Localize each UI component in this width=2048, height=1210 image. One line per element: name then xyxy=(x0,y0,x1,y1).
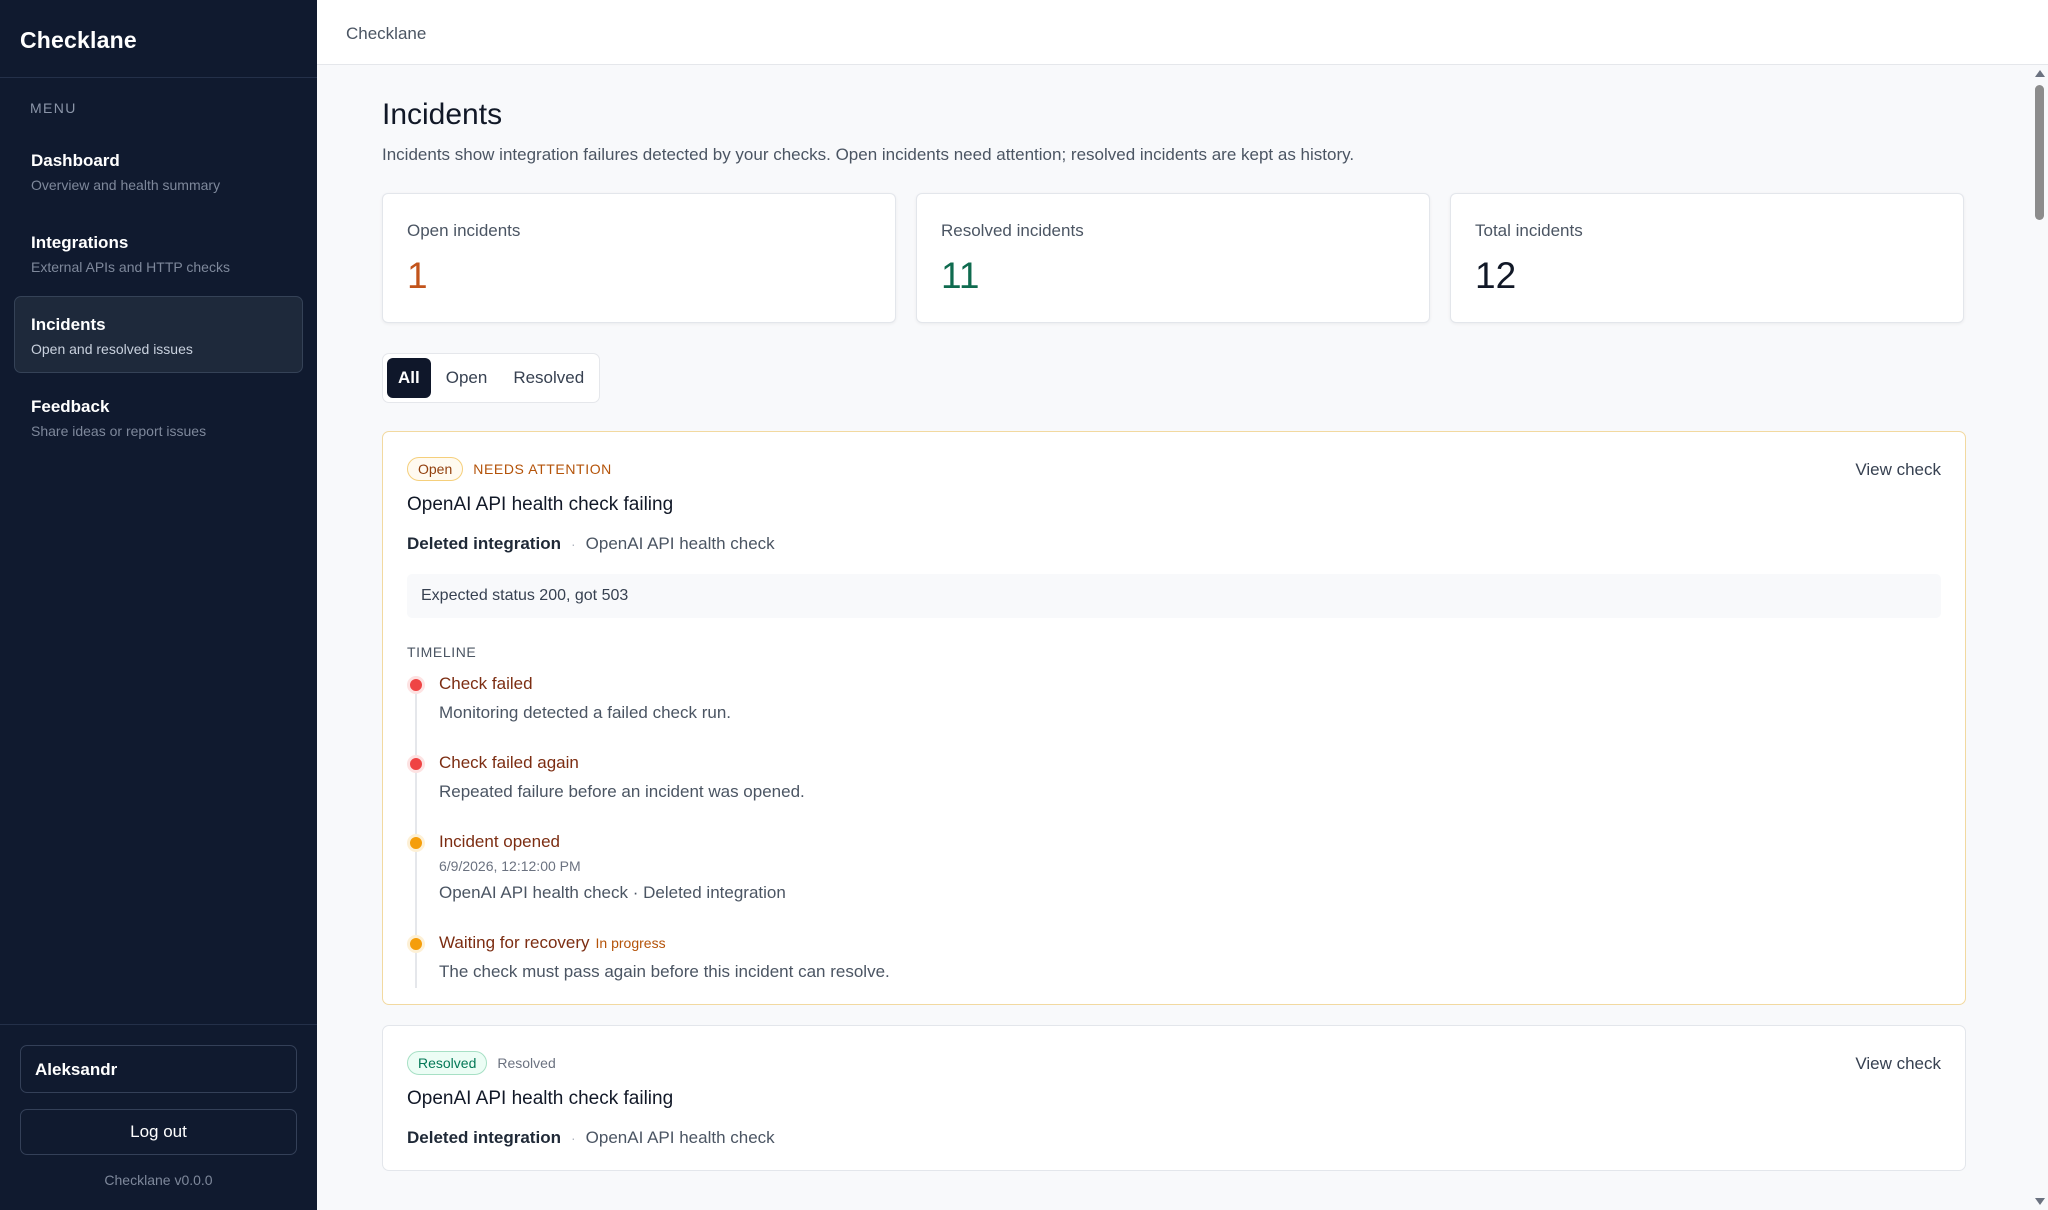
filter-tab-all[interactable]: All xyxy=(387,358,431,398)
sidebar-item-dashboard[interactable]: Dashboard Overview and health summary xyxy=(14,132,303,209)
stat-card-open: Open incidents 1 xyxy=(382,193,896,323)
filter-tab-resolved[interactable]: Resolved xyxy=(502,358,595,398)
app-logo[interactable]: Checklane xyxy=(0,0,317,78)
sidebar-item-title: Dashboard xyxy=(31,151,120,170)
incident-card: Resolved Resolved View check OpenAI API … xyxy=(382,1025,1966,1171)
status-note: NEEDS ATTENTION xyxy=(473,461,612,477)
timeline-item-desc: OpenAI API health check · Deleted integr… xyxy=(439,883,786,902)
timeline-item: Check failed Monitoring detected a faile… xyxy=(407,674,1941,723)
timeline-item-title: Waiting for recovery In progress xyxy=(439,933,1941,953)
timeline-item: Check failed again Repeated failure befo… xyxy=(407,753,1941,802)
breadcrumb[interactable]: Checklane xyxy=(346,24,426,43)
top-bar: Checklane xyxy=(317,0,2048,65)
view-check-link[interactable]: View check xyxy=(1855,1054,1941,1074)
timeline-item-desc: Monitoring detected a failed check run. xyxy=(439,703,732,722)
timeline: Check failed Monitoring detected a faile… xyxy=(407,674,1941,988)
status-dot-icon xyxy=(407,755,425,773)
incident-meta: Deleted integration · OpenAI API health … xyxy=(407,1128,1941,1148)
main-content: Incidents Incidents show integration fai… xyxy=(317,65,2031,1210)
stat-label: Total incidents xyxy=(1475,221,1583,240)
sidebar-item-feedback[interactable]: Feedback Share ideas or report issues xyxy=(14,378,303,455)
menu-label: MENU xyxy=(30,100,77,116)
vertical-scrollbar[interactable] xyxy=(2031,65,2048,1210)
sidebar-item-title: Incidents xyxy=(31,315,106,334)
status-dot-icon xyxy=(407,834,425,852)
stat-value: 1 xyxy=(407,255,428,296)
sidebar-item-subtitle: Open and resolved issues xyxy=(31,341,193,357)
timeline-item-desc: Repeated failure before an incident was … xyxy=(439,782,805,801)
stat-card-resolved: Resolved incidents 11 xyxy=(916,193,1430,323)
sidebar-item-integrations[interactable]: Integrations External APIs and HTTP chec… xyxy=(14,214,303,291)
app-version: Checklane v0.0.0 xyxy=(104,1172,213,1188)
user-name-box[interactable]: Aleksandr xyxy=(20,1045,297,1093)
timeline-item-title: Check failed xyxy=(439,674,533,693)
stat-label: Open incidents xyxy=(407,221,521,240)
timeline-item-title-text: Waiting for recovery xyxy=(439,933,590,952)
timeline-label: TIMELINE xyxy=(407,644,477,660)
incident-card: Open NEEDS ATTENTION View check OpenAI A… xyxy=(382,431,1966,1005)
timeline-item: Incident opened 6/9/2026, 12:12:00 PM Op… xyxy=(407,832,1941,903)
separator-dot: · xyxy=(570,1130,576,1146)
stat-value: 11 xyxy=(941,255,980,296)
stat-value: 12 xyxy=(1475,255,1517,296)
logout-button[interactable]: Log out xyxy=(20,1109,297,1155)
timeline-item-desc: The check must pass again before this in… xyxy=(439,962,890,981)
status-note: Resolved xyxy=(497,1055,556,1071)
sidebar-menu: Dashboard Overview and health summary In… xyxy=(0,132,317,460)
integration-name: Deleted integration xyxy=(407,1128,561,1147)
sidebar-item-subtitle: Share ideas or report issues xyxy=(31,423,207,439)
sidebar-item-title: Feedback xyxy=(31,397,110,416)
status-dot-icon xyxy=(407,676,425,694)
view-check-link[interactable]: View check xyxy=(1855,460,1941,480)
check-name: OpenAI API health check xyxy=(585,1128,775,1147)
separator-dot: · xyxy=(570,536,576,552)
sidebar-item-incidents[interactable]: Incidents Open and resolved issues xyxy=(14,296,303,373)
sidebar-item-subtitle: External APIs and HTTP checks xyxy=(31,259,230,275)
scrollbar-thumb[interactable] xyxy=(2035,85,2044,220)
incident-title: OpenAI API health check failing xyxy=(407,1088,674,1109)
sidebar-item-title: Integrations xyxy=(31,233,129,252)
progress-tag: In progress xyxy=(595,935,666,951)
stat-card-total: Total incidents 12 xyxy=(1450,193,1964,323)
check-name: OpenAI API health check xyxy=(585,534,775,553)
sidebar-footer: Aleksandr Log out Checklane v0.0.0 xyxy=(0,1024,317,1210)
page-title: Incidents xyxy=(382,98,503,131)
status-badge: Resolved xyxy=(407,1051,488,1075)
scroll-up-arrow-icon[interactable] xyxy=(2035,70,2045,77)
sidebar-item-subtitle: Overview and health summary xyxy=(31,177,221,193)
timeline-item-title: Incident opened xyxy=(439,832,560,851)
incident-header: Open NEEDS ATTENTION xyxy=(407,457,1941,481)
stats-row: Open incidents 1 Resolved incidents 11 T… xyxy=(382,193,2031,323)
filter-tab-open[interactable]: Open xyxy=(435,358,499,398)
timeline-item: Waiting for recovery In progress The chec… xyxy=(407,933,1941,982)
error-message: Expected status 200, got 503 xyxy=(407,574,1941,618)
incident-title: OpenAI API health check failing xyxy=(407,494,674,515)
page-description: Incidents show integration failures dete… xyxy=(382,145,1355,164)
incident-meta: Deleted integration · OpenAI API health … xyxy=(407,534,1941,554)
status-dot-icon xyxy=(407,935,425,953)
sidebar: Checklane MENU Dashboard Overview and he… xyxy=(0,0,317,1210)
status-badge: Open xyxy=(407,457,464,481)
integration-name: Deleted integration xyxy=(407,534,561,553)
timeline-item-title: Check failed again xyxy=(439,753,579,772)
stat-label: Resolved incidents xyxy=(941,221,1084,240)
scroll-down-arrow-icon[interactable] xyxy=(2035,1198,2045,1205)
timeline-item-timestamp: 6/9/2026, 12:12:00 PM xyxy=(439,858,581,874)
incident-header: Resolved Resolved xyxy=(407,1051,1941,1075)
status-filter-tabs: All Open Resolved xyxy=(382,353,601,403)
